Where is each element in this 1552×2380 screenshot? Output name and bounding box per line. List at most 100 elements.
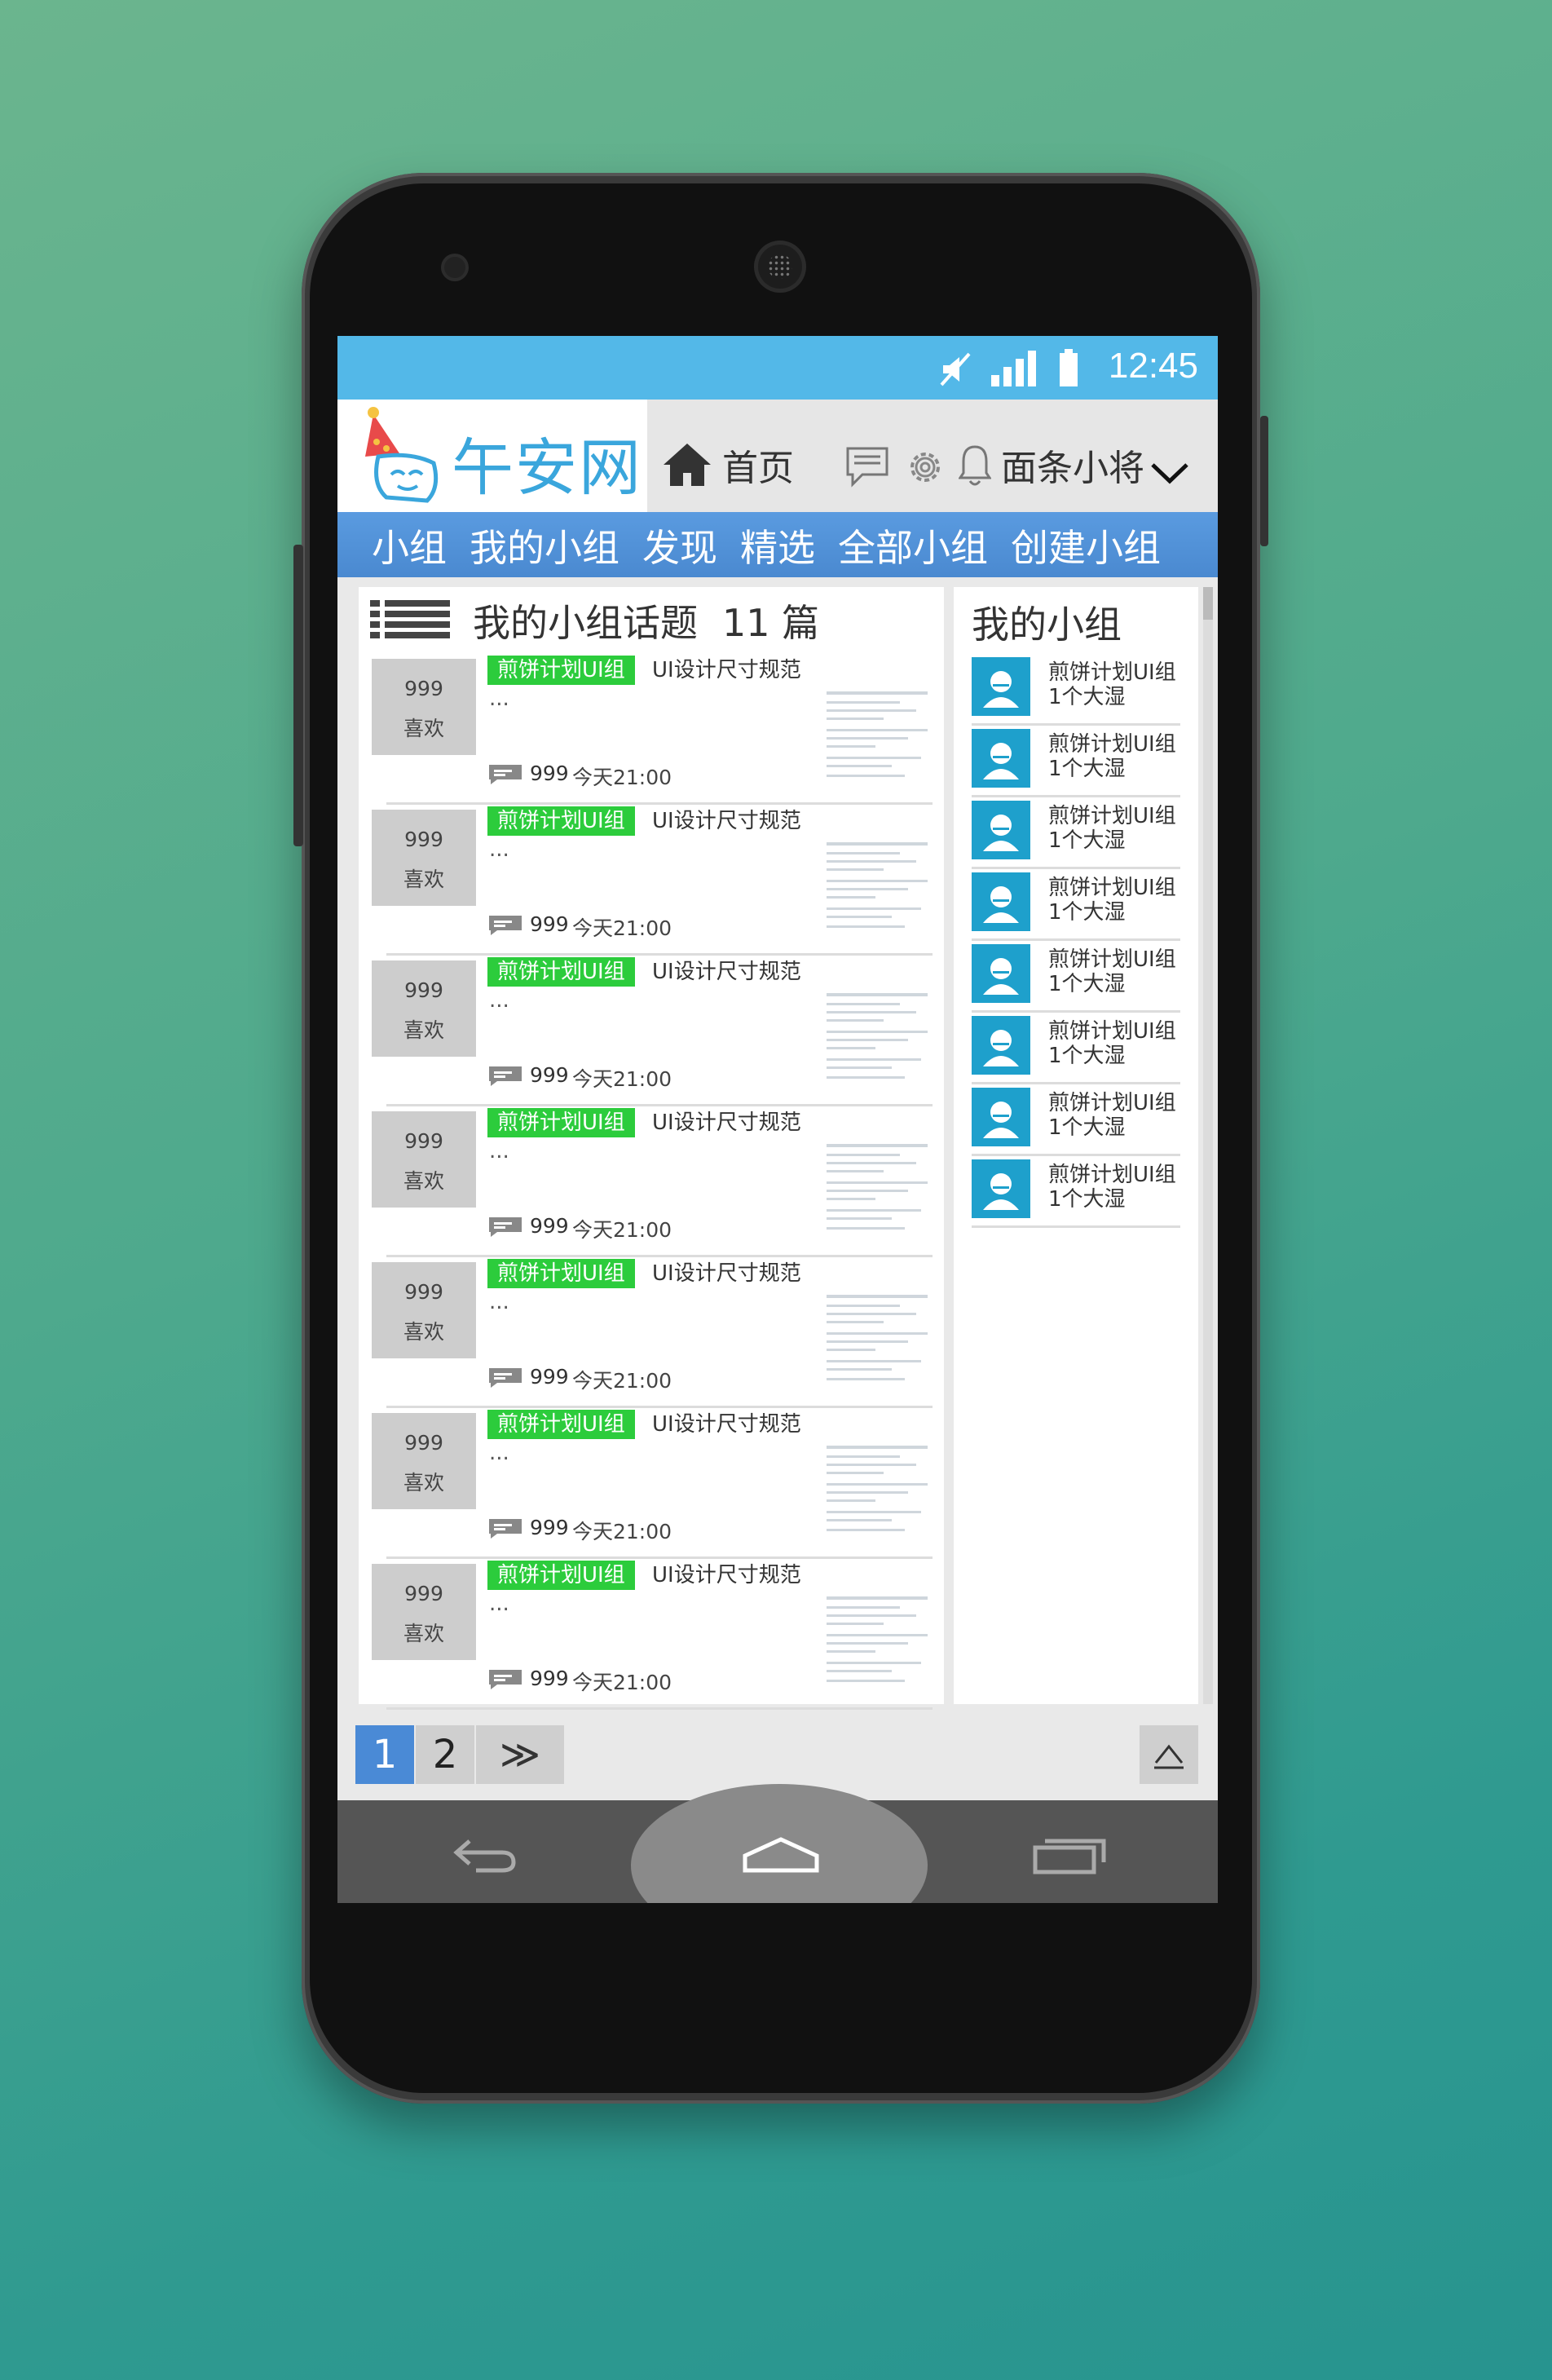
topic-title[interactable]: UI设计尺寸规范 bbox=[652, 957, 801, 987]
nav-item-create-group[interactable]: 创建小组 bbox=[1011, 519, 1161, 572]
like-count: 999 bbox=[404, 1582, 443, 1605]
like-box[interactable]: 999 喜欢 bbox=[372, 960, 476, 1057]
topic-title[interactable]: UI设计尺寸规范 bbox=[652, 1108, 801, 1137]
user-avatar-icon bbox=[972, 1159, 1030, 1218]
group-tag[interactable]: 煎饼计划UI组 bbox=[487, 1410, 635, 1439]
back-to-top-icon[interactable] bbox=[1140, 1725, 1198, 1784]
page-1-button[interactable]: 1 bbox=[355, 1725, 414, 1784]
comment-count: 999 bbox=[530, 1214, 569, 1238]
group-item[interactable]: 煎饼计划UI组 1个大湿 bbox=[972, 941, 1180, 1013]
chevron-down-icon[interactable] bbox=[1149, 460, 1190, 484]
group-item[interactable]: 煎饼计划UI组 1个大湿 bbox=[972, 869, 1180, 941]
like-box[interactable]: 999 喜欢 bbox=[372, 1111, 476, 1208]
like-box[interactable]: 999 喜欢 bbox=[372, 659, 476, 755]
topic-excerpt: ... bbox=[489, 837, 509, 862]
nav-item-groups[interactable]: 小组 bbox=[372, 519, 447, 572]
scrollbar[interactable] bbox=[1203, 587, 1213, 1704]
group-item[interactable]: 煎饼计划UI组 1个大湿 bbox=[972, 726, 1180, 797]
topic-thumbnail[interactable] bbox=[823, 837, 931, 937]
group-tag[interactable]: 煎饼计划UI组 bbox=[487, 957, 635, 987]
topic-title[interactable]: UI设计尺寸规范 bbox=[652, 806, 801, 836]
home-icon[interactable] bbox=[662, 440, 712, 488]
topic-time: 今天21:00 bbox=[572, 1671, 672, 1694]
group-item[interactable]: 煎饼计划UI组 1个大湿 bbox=[972, 1156, 1180, 1228]
topic-item[interactable]: 999 喜欢 煎饼计划UI组 UI设计尺寸规范 ... 999 今天21:00 bbox=[359, 956, 944, 1106]
home-link[interactable]: 首页 bbox=[722, 439, 794, 491]
like-box[interactable]: 999 喜欢 bbox=[372, 1262, 476, 1358]
topic-thumbnail[interactable] bbox=[823, 1290, 931, 1389]
comment-icon bbox=[489, 1217, 522, 1237]
nav-item-all-groups[interactable]: 全部小组 bbox=[838, 519, 988, 572]
topic-item[interactable]: 999 喜欢 煎饼计划UI组 UI设计尺寸规范 ... 999 今天21:00 bbox=[359, 1408, 944, 1559]
topic-thumbnail[interactable] bbox=[823, 1441, 931, 1540]
group-tag[interactable]: 煎饼计划UI组 bbox=[487, 1259, 635, 1288]
topic-item[interactable]: 999 喜欢 煎饼计划UI组 UI设计尺寸规范 ... 999 今天21:00 bbox=[359, 654, 944, 805]
page-2-button[interactable]: 2 bbox=[416, 1725, 474, 1784]
like-label: 喜欢 bbox=[403, 868, 444, 891]
comment-icon bbox=[489, 1368, 522, 1388]
group-item[interactable]: 煎饼计划UI组 1个大湿 bbox=[972, 1013, 1180, 1084]
group-tag[interactable]: 煎饼计划UI组 bbox=[487, 1108, 635, 1137]
back-icon[interactable] bbox=[445, 1833, 523, 1877]
comment-count: 999 bbox=[530, 1667, 569, 1690]
topic-title[interactable]: UI设计尺寸规范 bbox=[652, 1561, 801, 1590]
comment-count: 999 bbox=[530, 1516, 569, 1539]
android-home-icon[interactable] bbox=[740, 1835, 822, 1875]
topic-title[interactable]: UI设计尺寸规范 bbox=[652, 1259, 801, 1288]
nav-item-featured[interactable]: 精选 bbox=[740, 519, 815, 572]
next-page-button[interactable]: ≫ bbox=[476, 1725, 564, 1784]
topic-thumbnail[interactable] bbox=[823, 988, 931, 1088]
like-count: 999 bbox=[404, 978, 443, 1002]
bell-icon[interactable] bbox=[959, 444, 991, 488]
signal-icon bbox=[991, 351, 1036, 386]
like-box[interactable]: 999 喜欢 bbox=[372, 1413, 476, 1509]
nav-item-discover[interactable]: 发现 bbox=[642, 519, 717, 572]
group-tag[interactable]: 煎饼计划UI组 bbox=[487, 806, 635, 836]
my-groups-title: 我的小组 bbox=[972, 603, 1122, 647]
topic-item[interactable]: 999 喜欢 煎饼计划UI组 UI设计尺寸规范 ... 999 今天21:00 bbox=[359, 805, 944, 956]
like-label: 喜欢 bbox=[403, 717, 444, 740]
group-item[interactable]: 煎饼计划UI组 1个大湿 bbox=[972, 1084, 1180, 1156]
topic-title[interactable]: UI设计尺寸规范 bbox=[652, 1410, 801, 1439]
like-box[interactable]: 999 喜欢 bbox=[372, 1564, 476, 1660]
recents-icon[interactable] bbox=[1030, 1833, 1109, 1877]
topic-title[interactable]: UI设计尺寸规范 bbox=[652, 656, 801, 685]
topic-item[interactable]: 999 喜欢 煎饼计划UI组 UI设计尺寸规范 ... 999 今天21:00 bbox=[359, 1559, 944, 1710]
topics-panel: 我的小组话题 11 篇 999 喜欢 煎饼计划UI组 UI设计尺寸规范 ... 9… bbox=[359, 587, 944, 1710]
like-label: 喜欢 bbox=[403, 1169, 444, 1193]
topic-excerpt: ... bbox=[489, 1441, 509, 1465]
topic-time: 今天21:00 bbox=[572, 1067, 672, 1091]
group-item[interactable]: 煎饼计划UI组 1个大湿 bbox=[972, 797, 1180, 869]
group-members: 1个大湿 bbox=[1048, 1115, 1126, 1140]
topic-item[interactable]: 999 喜欢 煎饼计划UI组 UI设计尺寸规范 ... 999 今天21:00 bbox=[359, 1257, 944, 1408]
topic-thumbnail[interactable] bbox=[823, 1139, 931, 1239]
user-name[interactable]: 面条小将 bbox=[1001, 439, 1144, 491]
chat-icon[interactable] bbox=[844, 445, 890, 488]
group-tag[interactable]: 煎饼计划UI组 bbox=[487, 656, 635, 685]
topics-count: 11 篇 bbox=[722, 601, 820, 645]
group-item[interactable]: 煎饼计划UI组 1个大湿 bbox=[972, 654, 1180, 726]
group-members: 1个大湿 bbox=[1048, 685, 1126, 709]
android-nav-bar bbox=[337, 1784, 1218, 1903]
mascot-icon bbox=[365, 407, 439, 503]
topic-time: 今天21:00 bbox=[572, 1369, 672, 1393]
divider bbox=[972, 1225, 1180, 1228]
like-box[interactable]: 999 喜欢 bbox=[372, 810, 476, 906]
logo[interactable]: 午安网 bbox=[337, 400, 647, 512]
topic-excerpt: ... bbox=[489, 687, 509, 711]
header: 午安网 首页 面条小将 bbox=[337, 400, 1218, 512]
main-nav: 小组 我的小组 发现 精选 全部小组 创建小组 bbox=[337, 512, 1218, 577]
earpiece-speaker bbox=[758, 245, 802, 289]
topic-excerpt: ... bbox=[489, 1290, 509, 1314]
scrollbar-thumb[interactable] bbox=[1203, 587, 1213, 620]
gear-icon[interactable] bbox=[903, 445, 947, 489]
nav-item-my-groups[interactable]: 我的小组 bbox=[470, 519, 619, 572]
topic-thumbnail[interactable] bbox=[823, 1592, 931, 1691]
topic-item[interactable]: 999 喜欢 煎饼计划UI组 UI设计尺寸规范 ... 999 今天21:00 bbox=[359, 1106, 944, 1257]
like-count: 999 bbox=[404, 828, 443, 851]
divider bbox=[386, 1707, 933, 1710]
like-count: 999 bbox=[404, 1129, 443, 1153]
like-label: 喜欢 bbox=[403, 1320, 444, 1344]
topic-thumbnail[interactable] bbox=[823, 687, 931, 786]
group-tag[interactable]: 煎饼计划UI组 bbox=[487, 1561, 635, 1590]
